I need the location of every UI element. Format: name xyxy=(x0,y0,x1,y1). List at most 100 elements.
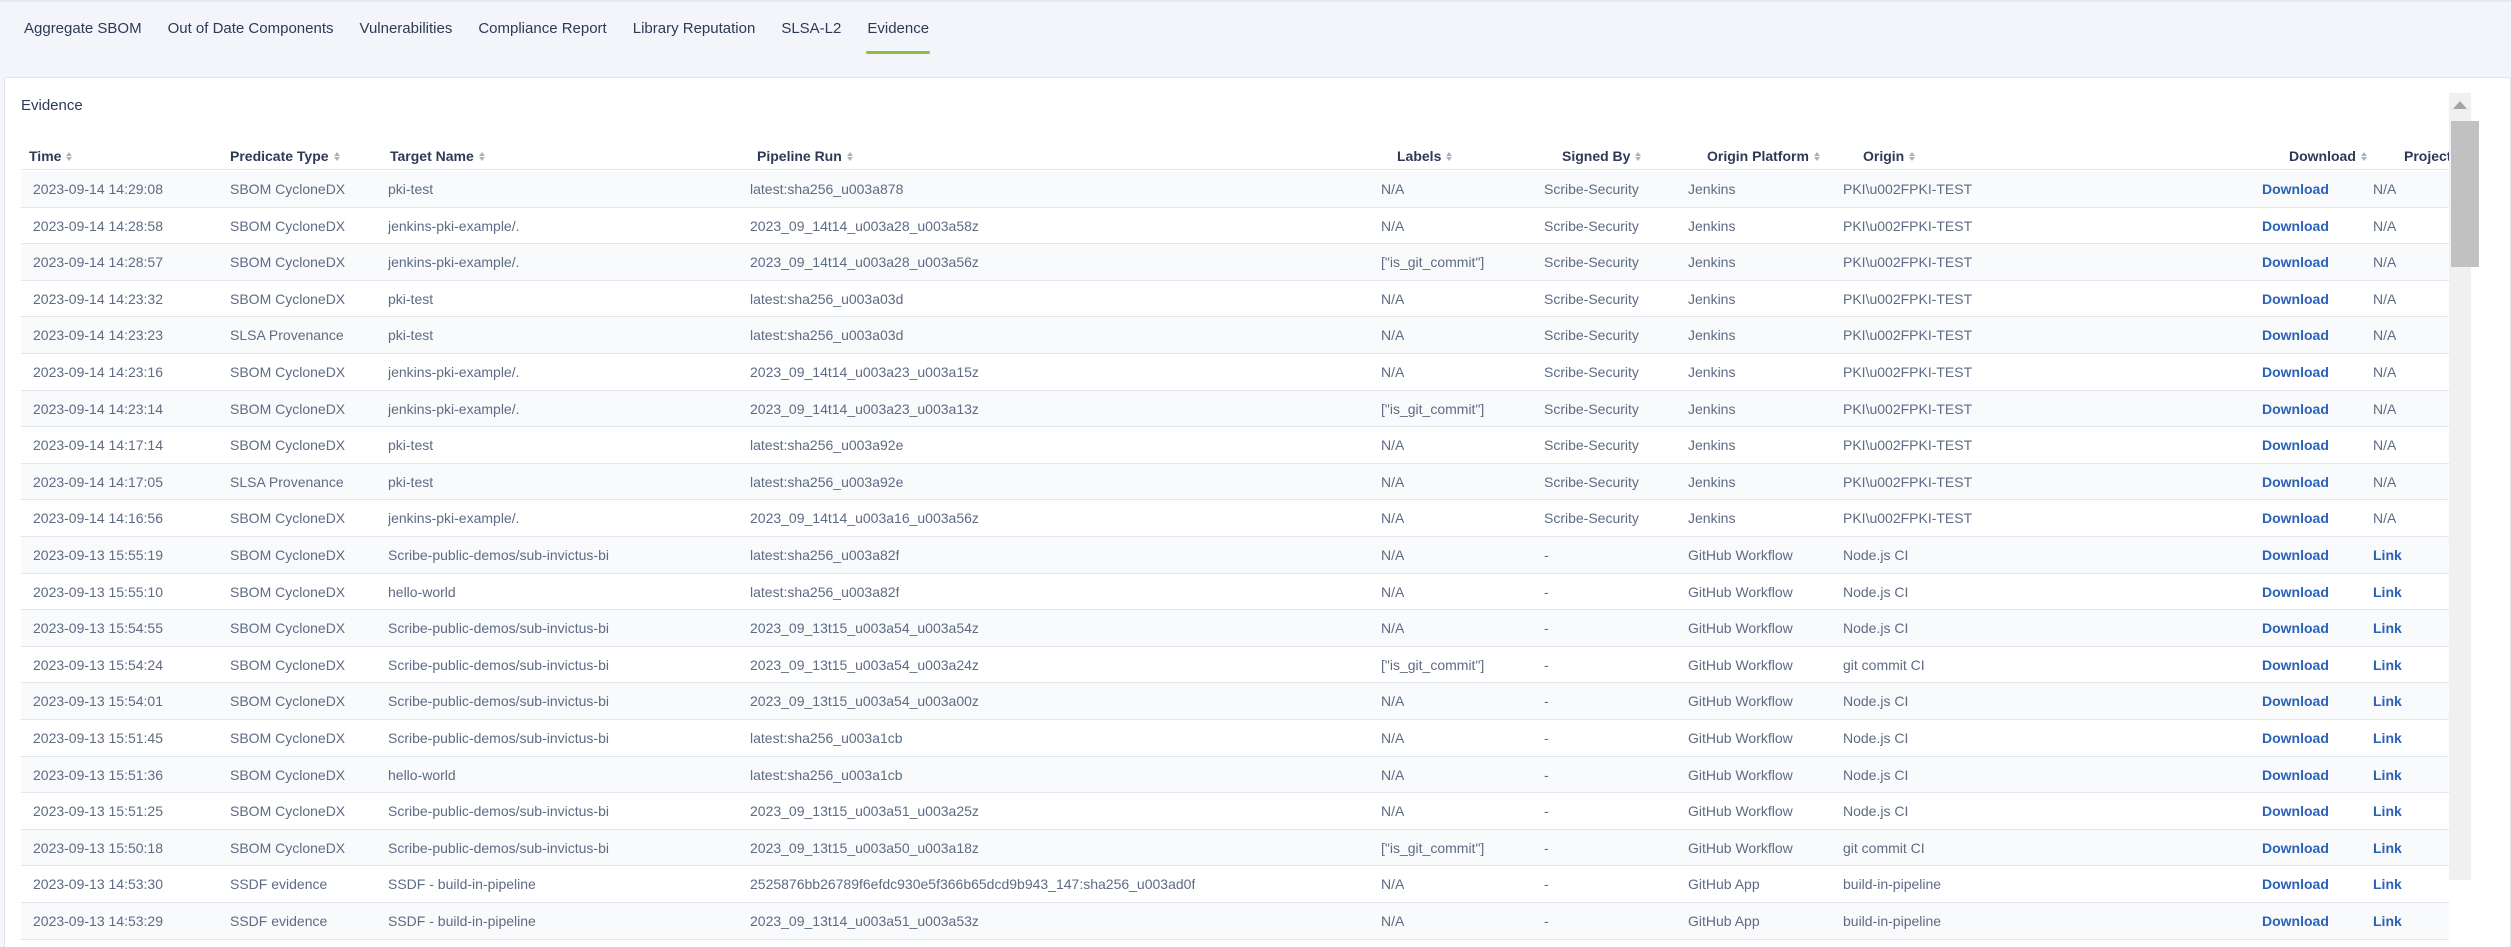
download-link[interactable]: Download xyxy=(2262,244,2329,280)
download-link[interactable]: Download xyxy=(2262,720,2329,756)
tab-aggregate-sbom[interactable]: Aggregate SBOM xyxy=(23,2,143,54)
cell-target: Scribe-public-demos/sub-invictus-bi xyxy=(388,693,609,710)
download-link[interactable]: Download xyxy=(2262,171,2329,207)
download-link[interactable]: Download xyxy=(2262,866,2329,902)
cell-time: 2023-09-14 14:28:57 xyxy=(33,254,163,271)
download-link[interactable]: Download xyxy=(2262,391,2329,427)
column-header-labels[interactable]: Labels xyxy=(1397,142,1453,170)
download-link[interactable]: Download xyxy=(2262,500,2329,536)
project-link[interactable]: Link xyxy=(2373,866,2402,902)
cell-platform: Jenkins xyxy=(1688,327,1736,344)
download-link[interactable]: Download xyxy=(2262,610,2329,646)
sort-icon[interactable] xyxy=(846,151,853,161)
cell-project: N/A xyxy=(2373,181,2397,197)
download-link[interactable]: Download xyxy=(2262,354,2329,390)
project-link[interactable]: Link xyxy=(2373,757,2402,793)
cell-predicate: SBOM CycloneDX xyxy=(230,181,346,197)
cell-pipeline: 2023_09_14t14_u003a16_u003a56z xyxy=(750,510,979,527)
cell-pipeline: latest:sha256_u003a1cb xyxy=(750,766,903,783)
sort-icon[interactable] xyxy=(1909,151,1916,161)
column-header-origin[interactable]: Origin xyxy=(1863,142,1916,170)
cell-platform: GitHub Workflow xyxy=(1688,730,1793,746)
download-link[interactable]: Download xyxy=(2262,317,2329,353)
table-row: 2023-09-13 15:50:18 SBOM CycloneDX Scribe-… xyxy=(21,829,2449,867)
sort-icon[interactable] xyxy=(1813,151,1820,161)
tab-out-of-date-components[interactable]: Out of Date Components xyxy=(167,2,335,54)
project-link[interactable]: Link xyxy=(2373,610,2402,646)
project-link[interactable]: Link xyxy=(2373,537,2402,573)
cell-labels: N/A xyxy=(1381,730,1405,746)
cell-labels: N/A xyxy=(1381,803,1405,820)
cell-platform: GitHub App xyxy=(1688,876,1760,893)
sort-icon[interactable] xyxy=(66,151,73,161)
cell-platform: Jenkins xyxy=(1688,473,1736,490)
cell-labels: N/A xyxy=(1381,181,1405,197)
cell-signed: - xyxy=(1544,913,1549,929)
cell-signed: - xyxy=(1544,620,1549,637)
sort-icon[interactable] xyxy=(2360,151,2367,161)
table-scrollbar[interactable] xyxy=(2449,93,2479,880)
column-header-target[interactable]: Target Name xyxy=(390,142,485,170)
sort-icon[interactable] xyxy=(1635,151,1642,161)
download-link[interactable]: Download xyxy=(2262,647,2329,683)
cell-labels: ["is_git_commit"] xyxy=(1381,400,1485,417)
column-header-predicate[interactable]: Predicate Type xyxy=(230,142,340,170)
project-link[interactable]: Link xyxy=(2373,720,2402,756)
column-header-platform[interactable]: Origin Platform xyxy=(1707,142,1820,170)
tab-slsa-l2[interactable]: SLSA-L2 xyxy=(780,2,842,54)
cell-target: hello-world xyxy=(388,766,456,783)
sort-icon[interactable] xyxy=(478,151,485,161)
project-link[interactable]: Link xyxy=(2373,793,2402,829)
column-header-label: Origin xyxy=(1863,148,1905,164)
cell-labels: N/A xyxy=(1381,510,1405,527)
cell-pipeline: 2023_09_13t15_u003a54_u003a24z xyxy=(750,656,979,673)
download-link[interactable]: Download xyxy=(2262,464,2329,500)
report-tabs: Aggregate SBOM Out of Date Components Vuln… xyxy=(0,2,2511,54)
project-link[interactable]: Link xyxy=(2373,574,2402,610)
sort-icon[interactable] xyxy=(333,151,340,161)
cell-pipeline: 2525876bb26789f6efdc930e5f366b65dcd9b943… xyxy=(750,876,1196,893)
cell-origin: build-in-pipeline xyxy=(1843,876,1942,893)
cell-origin: PKI\u002FPKI-TEST xyxy=(1843,217,1973,234)
cell-time: 2023-09-13 15:50:18 xyxy=(33,839,163,856)
cell-pipeline: 2023_09_13t15_u003a54_u003a00z xyxy=(750,693,979,710)
download-link[interactable]: Download xyxy=(2262,281,2329,317)
column-header-pipeline[interactable]: Pipeline Run xyxy=(757,142,853,170)
tab-evidence[interactable]: Evidence xyxy=(866,2,930,54)
download-link[interactable]: Download xyxy=(2262,574,2329,610)
download-link[interactable]: Download xyxy=(2262,537,2329,573)
cell-predicate: SBOM CycloneDX xyxy=(230,839,346,856)
table-row: 2023-09-14 14:17:05 SLSA Provenance pki-te… xyxy=(21,463,2449,501)
project-link[interactable]: Link xyxy=(2373,647,2402,683)
tab-vulnerabilities[interactable]: Vulnerabilities xyxy=(359,2,454,54)
column-header-label: Predicate Type xyxy=(230,148,329,164)
tab-library-reputation[interactable]: Library Reputation xyxy=(632,2,757,54)
scroll-thumb[interactable] xyxy=(2451,121,2479,267)
download-link[interactable]: Download xyxy=(2262,208,2329,244)
cell-target: jenkins-pki-example/. xyxy=(388,510,520,527)
cell-pipeline: 2023_09_13t15_u003a54_u003a54z xyxy=(750,620,979,637)
download-link[interactable]: Download xyxy=(2262,903,2329,939)
cell-project: N/A xyxy=(2373,437,2397,454)
download-link[interactable]: Download xyxy=(2262,793,2329,829)
column-header-time[interactable]: Time xyxy=(29,142,73,170)
cell-pipeline: latest:sha256_u003a878 xyxy=(750,181,904,197)
sort-icon[interactable] xyxy=(1446,151,1453,161)
download-link[interactable]: Download xyxy=(2262,757,2329,793)
table-row: 2023-09-13 15:55:19 SBOM CycloneDX Scribe-… xyxy=(21,537,2449,574)
column-header-signed[interactable]: Signed By xyxy=(1562,142,1642,170)
project-link[interactable]: Link xyxy=(2373,683,2402,719)
project-link[interactable]: Link xyxy=(2373,903,2402,939)
download-link[interactable]: Download xyxy=(2262,683,2329,719)
download-link[interactable]: Download xyxy=(2262,830,2329,866)
project-link[interactable]: Link xyxy=(2373,830,2402,866)
cell-time: 2023-09-13 14:53:29 xyxy=(33,913,163,929)
download-link[interactable]: Download xyxy=(2262,427,2329,463)
cell-predicate: SBOM CycloneDX xyxy=(230,583,346,600)
column-header-download[interactable]: Download xyxy=(2289,142,2367,170)
tab-compliance-report[interactable]: Compliance Report xyxy=(477,2,607,54)
cell-time: 2023-09-14 14:23:23 xyxy=(33,327,163,344)
scroll-up-arrow-icon[interactable] xyxy=(2449,93,2471,117)
cell-signed: - xyxy=(1544,547,1549,563)
column-header-label: Project xyxy=(2404,148,2452,164)
